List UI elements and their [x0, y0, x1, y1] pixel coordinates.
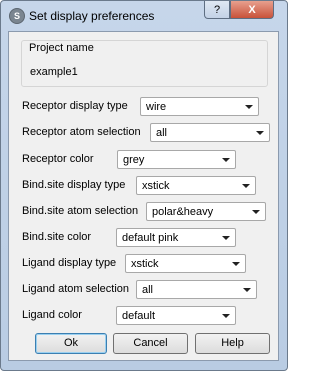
app-icon: S: [9, 8, 25, 24]
ok-button[interactable]: Ok: [35, 333, 107, 354]
dialog-body: Project name example1 Receptor display t…: [8, 31, 279, 361]
window-title: Set display preferences: [29, 9, 155, 23]
ligand-atom-selection-label: Ligand atom selection: [22, 283, 130, 295]
receptor-color-label: Receptor color: [22, 153, 94, 165]
project-name-label: Project name: [29, 42, 94, 54]
bindsite-display-type-label: Bind.site display type: [22, 179, 126, 191]
bindsite-atom-selection-label: Bind.site atom selection: [22, 205, 139, 217]
receptor-atom-selection-select[interactable]: all: [150, 123, 270, 142]
bindsite-display-type-select[interactable]: xstick: [136, 176, 256, 195]
receptor-display-type-label: Receptor display type: [22, 100, 128, 112]
chevron-down-icon: [222, 314, 230, 318]
title-bar[interactable]: S Set display preferences ? X: [1, 1, 287, 31]
chevron-down-icon: [256, 131, 264, 135]
help-icon[interactable]: ?: [204, 1, 230, 19]
help-button[interactable]: Help: [195, 333, 270, 354]
ligand-display-type-select[interactable]: xstick: [125, 254, 246, 273]
ligand-color-label: Ligand color: [22, 309, 82, 321]
chevron-down-icon: [222, 158, 230, 162]
project-name-value: example1: [30, 66, 78, 78]
chevron-down-icon: [243, 288, 251, 292]
ligand-display-type-label: Ligand display type: [22, 257, 117, 269]
project-name-group: Project name example1: [21, 40, 268, 87]
cancel-button[interactable]: Cancel: [113, 333, 188, 354]
ligand-atom-selection-select[interactable]: all: [136, 280, 257, 299]
ligand-color-select[interactable]: default: [116, 306, 236, 325]
bindsite-color-label: Bind.site color: [22, 231, 92, 243]
receptor-display-type-select[interactable]: wire: [140, 97, 259, 116]
receptor-color-select[interactable]: grey: [117, 150, 236, 169]
close-icon[interactable]: X: [230, 1, 274, 19]
bindsite-atom-selection-select[interactable]: polar&heavy: [146, 202, 266, 221]
chevron-down-icon: [242, 184, 250, 188]
chevron-down-icon: [232, 262, 240, 266]
chevron-down-icon: [252, 210, 260, 214]
chevron-down-icon: [245, 105, 253, 109]
chevron-down-icon: [222, 236, 230, 240]
receptor-atom-selection-label: Receptor atom selection: [22, 126, 141, 138]
bindsite-color-select[interactable]: default pink: [116, 228, 236, 247]
dialog-window: S Set display preferences ? X Project na…: [0, 0, 288, 371]
